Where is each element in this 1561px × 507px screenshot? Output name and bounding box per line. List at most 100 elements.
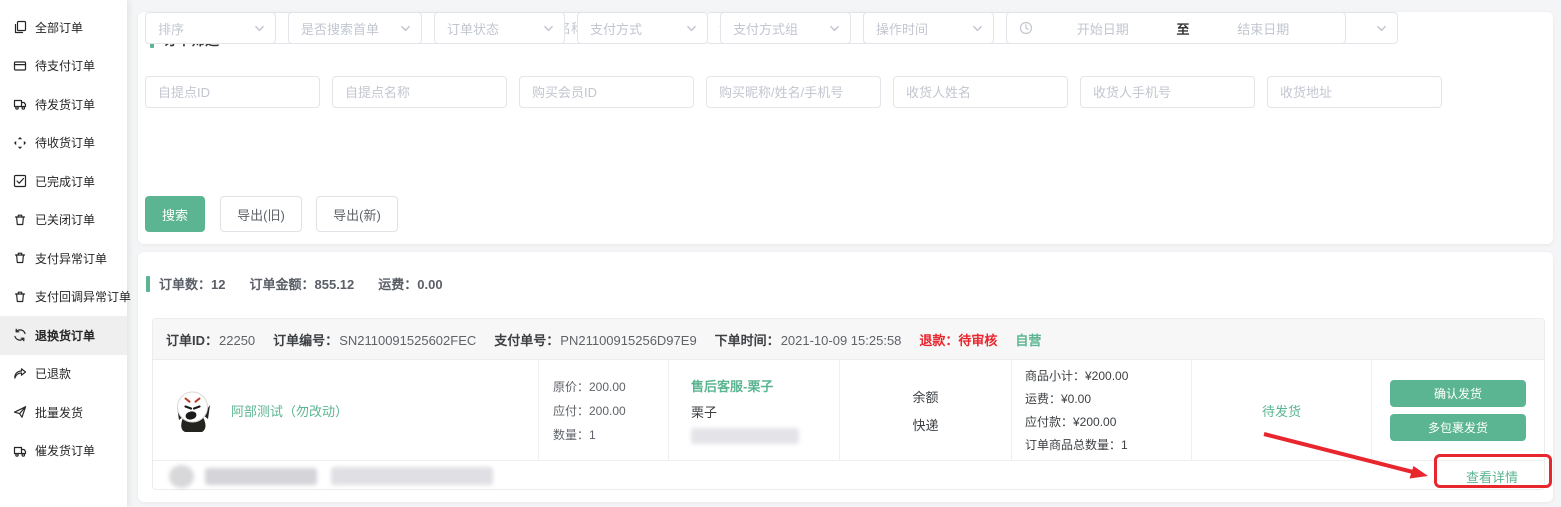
sidebar-item-batch-shipment[interactable]: 批量发货 — [0, 393, 127, 432]
order-admin-page: 全部订单 待支付订单 待发货订单 待收货订单 已完成订单 已关闭订单 支付异常订… — [0, 0, 1561, 507]
end-date-placeholder: 结束日期 — [1194, 19, 1334, 38]
card-icon — [13, 59, 27, 73]
sidebar-item-pending-shipment[interactable]: 待发货订单 — [0, 85, 127, 124]
sidebar-item-label: 待收货订单 — [35, 134, 95, 151]
trash-icon — [13, 251, 27, 265]
sidebar-item-returns[interactable]: 退换货订单 — [0, 316, 127, 355]
search-button[interactable]: 搜索 — [145, 196, 205, 232]
share-icon — [13, 367, 27, 381]
filter-panel: 订单筛选 订单类型 排序 — [138, 12, 1553, 244]
order-time: 下单时间：2021-10-09 15:25:58 — [715, 330, 902, 349]
filter-row-1 — [145, 76, 1442, 108]
product-name-link[interactable]: 阿部测试（勿改动） — [231, 401, 348, 420]
sidebar-item-payment-callback-exception[interactable]: 支付回调异常订单 — [0, 278, 127, 317]
sidebar-item-all-orders[interactable]: 全部订单 — [0, 8, 127, 47]
refund-status-badge: 退款：待审核 — [919, 330, 997, 349]
chevron-down-icon — [254, 23, 265, 34]
chevron-down-icon — [829, 23, 840, 34]
order-status-text: 待发货 — [1262, 401, 1301, 420]
receiver-phone-input[interactable] — [1080, 76, 1255, 108]
order-footer: 查看详情 — [153, 460, 1544, 491]
self-operated-tag: 自营 — [1015, 330, 1041, 349]
sidebar-item-closed[interactable]: 已关闭订单 — [0, 201, 127, 240]
multi-package-shipment-button[interactable]: 多包裹发货 — [1390, 414, 1526, 441]
chevron-down-icon — [686, 23, 697, 34]
sidebar-item-refunded[interactable]: 已退款 — [0, 355, 127, 394]
total-quantity: 订单商品总数量：1 — [1025, 436, 1191, 453]
sidebar-item-label: 支付异常订单 — [35, 250, 107, 267]
package-icon — [13, 136, 27, 150]
sidebar-item-label: 退换货订单 — [35, 327, 95, 344]
product-cell: 阿部测试（勿改动） — [153, 360, 538, 460]
buyer-member-id-input[interactable] — [519, 76, 694, 108]
payment-no: 支付单号：PN21100915256D97E9 — [494, 330, 696, 349]
payment-method-select[interactable]: 支付方式 — [577, 12, 708, 44]
sidebar-item-label: 待支付订单 — [35, 57, 95, 74]
shipping-fee: 运费：¥0.00 — [1025, 390, 1191, 407]
redacted-phone — [691, 428, 799, 444]
status-cell: 待发货 — [1191, 360, 1371, 460]
sidebar-item-completed[interactable]: 已完成订单 — [0, 162, 127, 201]
delivery-method: 快递 — [912, 415, 938, 434]
sidebar-item-label: 全部订单 — [35, 19, 83, 36]
service-cell: 售后客服-栗子 栗子 — [668, 360, 839, 460]
order-no: 订单编号：SN2110091525602FEC — [273, 330, 476, 349]
totals-cell: 商品小计：¥200.00 运费：¥0.00 应付款：¥200.00 订单商品总数… — [1011, 360, 1191, 460]
order-row: 订单ID：22250 订单编号：SN2110091525602FEC 支付单号：… — [152, 318, 1545, 490]
sidebar-item-label: 待发货订单 — [35, 96, 95, 113]
summary-accent-bar — [146, 276, 150, 292]
order-status-select[interactable]: 订单状态 — [434, 12, 565, 44]
sidebar: 全部订单 待支付订单 待发货订单 待收货订单 已完成订单 已关闭订单 支付异常订… — [0, 0, 127, 507]
quantity: 数量：1 — [553, 426, 668, 443]
product-avatar — [169, 386, 217, 434]
clock-icon — [1019, 21, 1033, 35]
payment-cell: 余额 快递 — [839, 360, 1011, 460]
pickup-name-input[interactable] — [332, 76, 507, 108]
buyer-name: 栗子 — [691, 402, 839, 421]
sidebar-item-label: 已退款 — [35, 365, 71, 382]
copy-icon — [13, 20, 27, 34]
date-range-separator: 至 — [1173, 19, 1194, 38]
first-order-select[interactable]: 是否搜索首单 — [288, 12, 422, 44]
redacted-avatar — [169, 465, 194, 488]
payment-group-select[interactable]: 支付方式组 — [720, 12, 851, 44]
order-meta-header: 订单ID：22250 订单编号：SN2110091525602FEC 支付单号：… — [153, 319, 1544, 360]
price-cell: 原价：200.00 应付：200.00 数量：1 — [538, 360, 668, 460]
trash-icon — [13, 290, 27, 304]
buyer-nickname-input[interactable] — [706, 76, 881, 108]
sidebar-item-label: 支付回调异常订单 — [35, 288, 131, 305]
sidebar-item-label: 已完成订单 — [35, 173, 95, 190]
redacted-address — [331, 467, 493, 485]
view-details-link[interactable]: 查看详情 — [1466, 467, 1528, 486]
receiver-address-input[interactable] — [1267, 76, 1442, 108]
operate-time-select[interactable]: 操作时间 — [863, 12, 994, 44]
send-icon — [13, 405, 27, 419]
summary-shipping-fee: 运费：0.00 — [378, 274, 442, 293]
confirm-shipment-button[interactable]: 确认发货 — [1390, 380, 1526, 407]
date-range-picker[interactable]: 开始日期 至 结束日期 — [1006, 12, 1346, 44]
receiver-name-input[interactable] — [893, 76, 1068, 108]
pickup-id-input[interactable] — [145, 76, 320, 108]
summary-order-amount: 订单金额：855.12 — [249, 274, 354, 293]
sidebar-item-pending-receipt[interactable]: 待收货订单 — [0, 124, 127, 163]
sidebar-item-urge-shipment[interactable]: 催发货订单 — [0, 432, 127, 471]
sidebar-item-pending-payment[interactable]: 待支付订单 — [0, 47, 127, 86]
order-body: 阿部测试（勿改动） 原价：200.00 应付：200.00 数量：1 售后客服-… — [153, 360, 1544, 460]
goods-subtotal: 商品小计：¥200.00 — [1025, 367, 1191, 384]
trash-icon — [13, 213, 27, 227]
check-square-icon — [13, 174, 27, 188]
payment-method: 余额 — [912, 387, 938, 406]
export-new-button[interactable]: 导出(新) — [316, 196, 398, 232]
refresh-icon — [13, 328, 27, 342]
sort-select[interactable]: 排序 — [145, 12, 276, 44]
payable-price: 应付：200.00 — [553, 402, 668, 419]
original-price: 原价：200.00 — [553, 378, 668, 395]
filter-row-3: 排序 是否搜索首单 订单状态 支付方式 支付方式组 操作时间 — [145, 12, 1346, 44]
export-old-button[interactable]: 导出(旧) — [220, 196, 302, 232]
truck-icon — [13, 444, 27, 458]
sidebar-item-label: 催发货订单 — [35, 442, 95, 459]
order-summary-bar: 订单数：12 订单金额：855.12 运费：0.00 — [146, 274, 458, 293]
sidebar-item-payment-exception[interactable]: 支付异常订单 — [0, 239, 127, 278]
filter-buttons: 搜索 导出(旧) 导出(新) — [145, 196, 398, 232]
chevron-down-icon — [400, 23, 411, 34]
